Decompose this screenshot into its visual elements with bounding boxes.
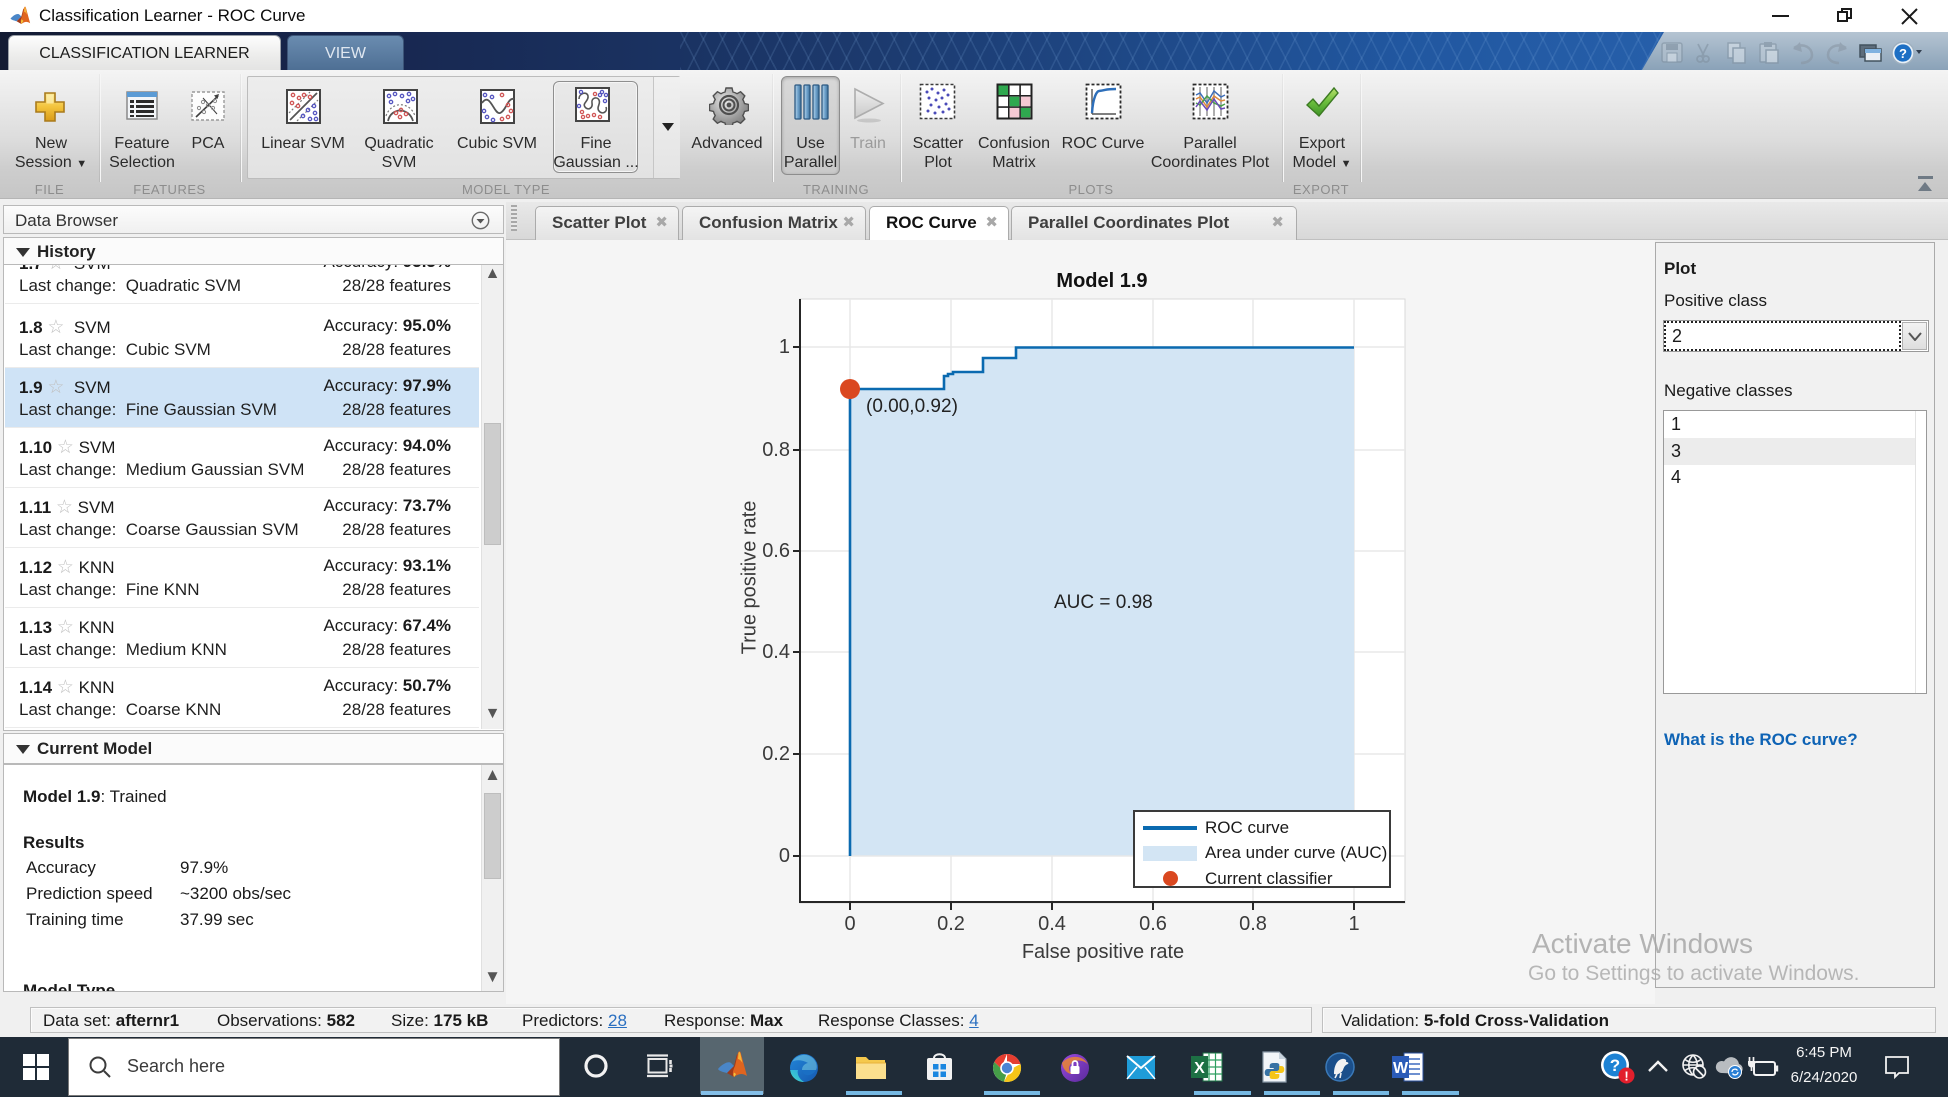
svg-text:?: ? bbox=[1899, 46, 1907, 61]
svg-text:?: ? bbox=[1610, 1056, 1620, 1075]
svg-text:X: X bbox=[1194, 1060, 1205, 1077]
svg-text:!: ! bbox=[1624, 1069, 1628, 1084]
svg-text:W: W bbox=[1393, 1060, 1409, 1077]
